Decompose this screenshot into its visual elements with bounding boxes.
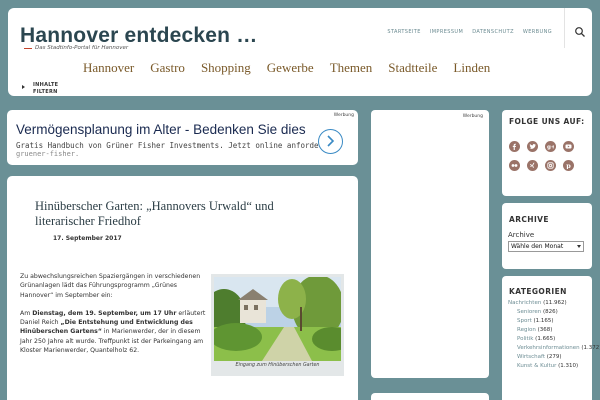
xing-icon[interactable] bbox=[527, 160, 538, 171]
category-item[interactable]: Sport (1.165) bbox=[508, 317, 590, 326]
category-item[interactable]: Nachrichten (11.962) bbox=[508, 299, 590, 308]
category-item[interactable]: Senioren (826) bbox=[508, 308, 590, 317]
nav-item-stadtteile[interactable]: Stadtteile bbox=[380, 60, 445, 76]
top-link-werbung[interactable]: Werbung bbox=[523, 29, 552, 35]
main-nav: Hannover Gastro Shopping Gewerbe Themen … bbox=[75, 60, 498, 76]
category-item[interactable]: Verkehrsinformationen (1.372) bbox=[508, 344, 600, 353]
content-filter-toggle[interactable]: Inhalte filtern bbox=[22, 82, 61, 96]
category-list: Nachrichten (11.962) Senioren (826) Sport … bbox=[508, 299, 600, 371]
svg-text:g+: g+ bbox=[547, 145, 554, 151]
widget-title: Archive bbox=[509, 215, 549, 224]
google-plus-icon[interactable]: g+ bbox=[545, 141, 556, 152]
filter-label: Inhalte filtern bbox=[33, 82, 59, 95]
post-paragraph: Zu abwechslungsreichen Spaziergängen in … bbox=[20, 273, 201, 299]
category-name[interactable]: Politik bbox=[517, 336, 533, 342]
site-header: Hannover entdecken … Das Stadtinfo-Porta… bbox=[8, 8, 592, 96]
category-count: (1.310) bbox=[558, 363, 579, 369]
category-name[interactable]: Nachrichten bbox=[508, 300, 541, 306]
ad-description: Gratis Handbuch von Grüner Fisher Invest… bbox=[16, 141, 328, 150]
chevron-down-icon bbox=[577, 245, 581, 248]
top-link-impressum[interactable]: Impressum bbox=[430, 29, 463, 35]
ad-badge: Werbung bbox=[333, 113, 354, 118]
advertisement-banner[interactable]: Werbung Vermögensplanung im Alter - Bede… bbox=[7, 110, 358, 165]
category-item[interactable]: Kunst & Kultur (1.310) bbox=[508, 362, 590, 371]
ad-url[interactable]: gruener-fisher. bbox=[16, 150, 79, 158]
category-count: (279) bbox=[546, 354, 562, 360]
chevron-right-icon bbox=[327, 135, 335, 147]
header-divider bbox=[564, 8, 565, 48]
post-body: Zu abwechslungsreichen Spaziergängen in … bbox=[20, 272, 210, 364]
svg-text:p: p bbox=[566, 162, 571, 169]
sidebar-ad-slot-2 bbox=[371, 393, 489, 400]
ad-arrow-button[interactable] bbox=[318, 129, 343, 154]
category-count: (368) bbox=[537, 327, 553, 333]
widget-title: Folge uns auf: bbox=[509, 117, 585, 126]
category-item[interactable]: Wirtschaft (279) bbox=[508, 353, 590, 362]
site-tagline: Das Stadtinfo-Portal für Hannover bbox=[24, 45, 128, 51]
category-count: (1.665) bbox=[535, 336, 556, 342]
top-link-startseite[interactable]: Startseite bbox=[387, 29, 420, 35]
tagline-text: Das Stadtinfo-Portal für Hannover bbox=[35, 45, 129, 51]
archive-widget: Archive Archive Wähle den Monat bbox=[502, 203, 592, 269]
top-links: Startseite Impressum Datenschutz Werbung bbox=[387, 29, 552, 35]
nav-item-shopping[interactable]: Shopping bbox=[193, 60, 259, 76]
category-name[interactable]: Kunst & Kultur bbox=[517, 363, 556, 369]
flickr-icon[interactable] bbox=[509, 160, 520, 171]
instagram-icon[interactable] bbox=[545, 160, 556, 171]
category-count: (11.962) bbox=[543, 300, 567, 306]
twitter-icon[interactable] bbox=[527, 141, 538, 152]
garden-photo[interactable] bbox=[214, 277, 341, 361]
pinterest-icon[interactable]: p bbox=[563, 160, 574, 171]
ad-title[interactable]: Vermögensplanung im Alter - Bedenken Sie… bbox=[16, 122, 316, 137]
social-widget: Folge uns auf: g+ p bbox=[502, 110, 592, 196]
search-button[interactable] bbox=[574, 23, 588, 37]
category-name[interactable]: Sport bbox=[517, 318, 532, 324]
archive-month-select[interactable]: Wähle den Monat bbox=[508, 241, 584, 252]
search-icon bbox=[575, 27, 585, 37]
tagline-dash bbox=[24, 47, 32, 49]
category-count: (1.165) bbox=[533, 318, 554, 324]
post-image-figure: Eingang zum Hinüberschen Garten bbox=[211, 274, 344, 376]
image-caption: Eingang zum Hinüberschen Garten bbox=[235, 363, 320, 368]
post-title[interactable]: Hinüberscher Garten: „Hannovers Urwald“ … bbox=[35, 199, 335, 229]
facebook-icon[interactable] bbox=[509, 141, 520, 152]
category-name[interactable]: Senioren bbox=[517, 309, 541, 315]
category-item[interactable]: Region (368) bbox=[508, 326, 590, 335]
top-link-datenschutz[interactable]: Datenschutz bbox=[472, 29, 514, 35]
widget-title: Kategorien bbox=[509, 287, 567, 296]
category-name[interactable]: Region bbox=[517, 327, 536, 333]
nav-item-hannover[interactable]: Hannover bbox=[75, 60, 142, 76]
triangle-right-icon bbox=[22, 85, 25, 89]
category-name[interactable]: Wirtschaft bbox=[517, 354, 545, 360]
social-icons: g+ p bbox=[509, 141, 579, 171]
blog-post: Hinüberscher Garten: „Hannovers Urwald“ … bbox=[7, 176, 358, 400]
categories-widget: Kategorien Nachrichten (11.962) Senioren … bbox=[502, 276, 600, 400]
category-count: (1.372) bbox=[581, 345, 600, 351]
ad-badge: Werbung bbox=[462, 114, 483, 119]
nav-item-linden[interactable]: Linden bbox=[445, 60, 498, 76]
category-count: (826) bbox=[543, 309, 558, 315]
category-item[interactable]: Politik (1.665) bbox=[508, 335, 590, 344]
youtube-icon[interactable] bbox=[563, 141, 574, 152]
archive-select-value: Wähle den Monat bbox=[511, 243, 564, 250]
post-date: 17. September 2017 bbox=[53, 235, 122, 242]
nav-item-themen[interactable]: Themen bbox=[322, 60, 381, 76]
sidebar-ad-slot[interactable]: Werbung bbox=[371, 110, 489, 378]
nav-item-gastro[interactable]: Gastro bbox=[142, 60, 193, 76]
nav-item-gewerbe[interactable]: Gewerbe bbox=[259, 60, 322, 76]
category-name[interactable]: Verkehrsinformationen bbox=[517, 345, 580, 351]
archive-label: Archive bbox=[508, 231, 535, 239]
post-paragraph: Am Dienstag, dem 19. September, um 17 Uh… bbox=[20, 309, 206, 355]
